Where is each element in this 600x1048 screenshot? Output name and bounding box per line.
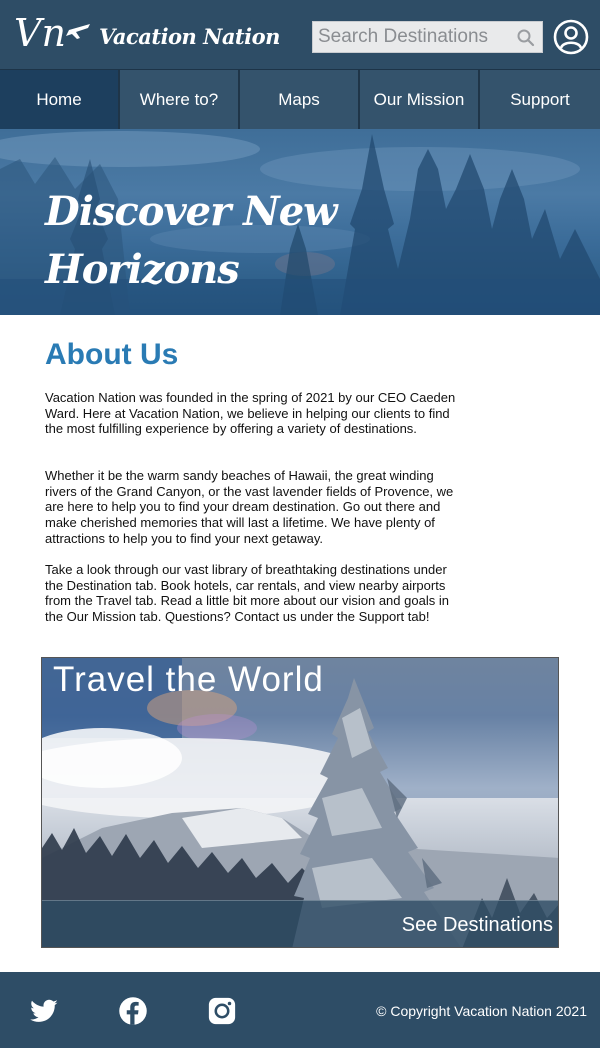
- search-icon[interactable]: [516, 28, 536, 48]
- site-header: Vn Vacation Nation: [0, 0, 600, 69]
- facebook-icon[interactable]: [118, 996, 148, 1026]
- search-input[interactable]: [313, 22, 513, 52]
- feature-title: Travel the World: [53, 660, 324, 699]
- hero-title-line1: Discover New: [45, 188, 338, 235]
- about-paragraph-3: Take a look through our vast library of …: [45, 562, 449, 625]
- brand-name[interactable]: Vacation Nation: [99, 24, 280, 49]
- svg-text:Vn: Vn: [14, 11, 66, 55]
- about-paragraph-1: Vacation Nation was founded in the sprin…: [45, 390, 456, 437]
- twitter-icon[interactable]: [29, 996, 59, 1026]
- nav-item-where-to[interactable]: Where to?: [120, 70, 240, 130]
- logo-mark[interactable]: Vn: [14, 8, 94, 58]
- hero-title: Discover New Horizons: [45, 183, 345, 299]
- instagram-icon[interactable]: [207, 996, 237, 1026]
- site-footer: © Copyright Vacation Nation 2021: [0, 972, 600, 1048]
- see-destinations-link[interactable]: See Destinations: [402, 914, 553, 937]
- about-title: About Us: [45, 338, 179, 371]
- nav-item-support[interactable]: Support: [480, 70, 600, 130]
- nav-item-home[interactable]: Home: [0, 70, 120, 130]
- hero-title-line2: Horizons: [45, 246, 240, 293]
- main-nav: Home Where to? Maps Our Mission Support: [0, 69, 600, 130]
- about-paragraph-2: Whether it be the warm sandy beaches of …: [45, 468, 454, 546]
- travel-feature-card[interactable]: Travel the World See Destinations: [41, 657, 559, 948]
- copyright-text: © Copyright Vacation Nation 2021: [376, 1003, 587, 1019]
- account-icon[interactable]: [553, 19, 589, 55]
- hero-banner: Discover New Horizons: [0, 129, 600, 315]
- search-box: [312, 21, 543, 53]
- nav-item-maps[interactable]: Maps: [240, 70, 360, 130]
- feature-link-bar: See Destinations: [42, 900, 558, 947]
- nav-item-our-mission[interactable]: Our Mission: [360, 70, 480, 130]
